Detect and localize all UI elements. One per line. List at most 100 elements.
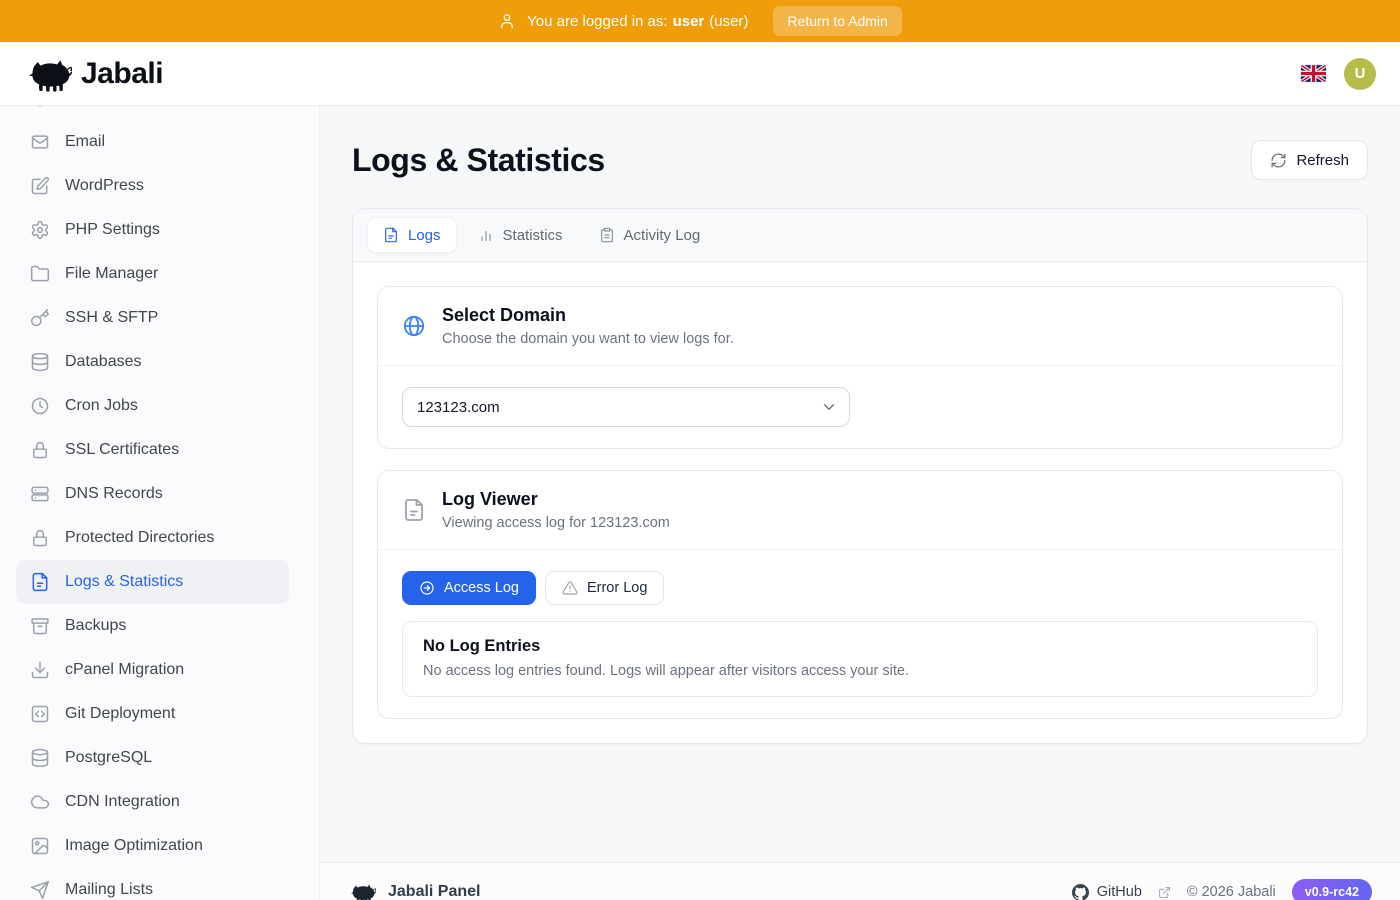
sidebar-item-protected-directories[interactable]: Protected Directories bbox=[16, 516, 289, 560]
jabali-logo-icon bbox=[24, 56, 72, 92]
banner-role: (user) bbox=[709, 13, 748, 30]
sidebar-item-label: Backups bbox=[65, 617, 126, 635]
user-icon bbox=[498, 12, 516, 30]
sidebar-item-cron-jobs[interactable]: Cron Jobs bbox=[16, 384, 289, 428]
sidebar-item-label: Protected Directories bbox=[65, 529, 214, 547]
select-domain-subtitle: Choose the domain you want to view logs … bbox=[442, 331, 734, 347]
mail-icon bbox=[30, 132, 50, 152]
sidebar-item-php-settings[interactable]: PHP Settings bbox=[16, 208, 289, 252]
access-log-button[interactable]: Access Log bbox=[402, 571, 536, 605]
version-badge[interactable]: v0.9-rc42 bbox=[1292, 879, 1372, 900]
sidebar-item-label: Logs & Statistics bbox=[65, 573, 183, 591]
top-header: Jabali U bbox=[0, 42, 1400, 106]
page-title: Logs & Statistics bbox=[352, 142, 605, 179]
sidebar-item-label: CDN Integration bbox=[65, 793, 180, 811]
brand-name: Jabali bbox=[81, 57, 163, 91]
external-link-icon bbox=[1158, 886, 1171, 899]
sidebar-item-backups[interactable]: Backups bbox=[16, 604, 289, 648]
brand[interactable]: Jabali bbox=[24, 56, 163, 92]
sidebar-item-wordpress[interactable]: WordPress bbox=[16, 164, 289, 208]
sidebar-item-partial[interactable] bbox=[16, 106, 289, 120]
sidebar: Email WordPress PHP Settings File Manager SS… bbox=[0, 106, 320, 900]
sidebar-item-label: Cron Jobs bbox=[65, 397, 138, 415]
tab-statistics[interactable]: Statistics bbox=[463, 217, 578, 253]
sidebar-item-label: PHP Settings bbox=[65, 221, 160, 239]
select-domain-title: Select Domain bbox=[442, 305, 734, 326]
sidebar-item-cdn-integration[interactable]: CDN Integration bbox=[16, 780, 289, 824]
user-avatar[interactable]: U bbox=[1344, 58, 1376, 90]
log-viewer-subtitle: Viewing access log for 123123.com bbox=[442, 515, 670, 531]
tab-activity-log[interactable]: Activity Log bbox=[584, 217, 716, 253]
sidebar-item-ssl-certificates[interactable]: SSL Certificates bbox=[16, 428, 289, 472]
log-viewer-body: Access Log Error Log No Log Entries bbox=[378, 550, 1342, 718]
sidebar-item-logs-statistics[interactable]: Logs & Statistics bbox=[16, 560, 289, 604]
globe-icon bbox=[30, 106, 50, 108]
log-viewer-title: Log Viewer bbox=[442, 489, 670, 510]
sidebar-item-databases[interactable]: Databases bbox=[16, 340, 289, 384]
chart-icon bbox=[478, 227, 494, 243]
sidebar-item-image-optimization[interactable]: Image Optimization bbox=[16, 824, 289, 868]
folder-icon bbox=[30, 264, 50, 284]
tab-logs[interactable]: Logs bbox=[367, 217, 457, 253]
log-type-buttons: Access Log Error Log bbox=[402, 571, 1318, 605]
github-icon bbox=[1072, 884, 1089, 900]
banner-message-prefix: You are logged in as: bbox=[527, 13, 667, 30]
refresh-label: Refresh bbox=[1296, 152, 1349, 169]
select-domain-header: Select Domain Choose the domain you want… bbox=[378, 287, 1342, 366]
sidebar-item-postgresql[interactable]: PostgreSQL bbox=[16, 736, 289, 780]
edit-icon bbox=[30, 176, 50, 196]
database-icon bbox=[30, 352, 50, 372]
tab-label: Statistics bbox=[503, 227, 563, 244]
domain-select-wrap: 123123.com bbox=[402, 387, 850, 427]
sidebar-item-label: PostgreSQL bbox=[65, 749, 152, 767]
error-log-button[interactable]: Error Log bbox=[545, 571, 664, 605]
main-column: Logs & Statistics Refresh Logs Statistics… bbox=[320, 106, 1400, 900]
gear-icon bbox=[30, 220, 50, 240]
server-icon bbox=[30, 484, 50, 504]
copyright-text: © 2026 Jabali bbox=[1187, 884, 1276, 900]
download-icon bbox=[30, 660, 50, 680]
sidebar-item-mailing-lists[interactable]: Mailing Lists bbox=[16, 868, 289, 900]
file-text-icon bbox=[402, 498, 426, 522]
footer-brand-name: Jabali Panel bbox=[388, 883, 481, 900]
log-viewer-text: Log Viewer Viewing access log for 123123… bbox=[442, 489, 670, 531]
domain-select[interactable]: 123123.com bbox=[402, 387, 850, 427]
sidebar-item-ssh-sftp[interactable]: SSH & SFTP bbox=[16, 296, 289, 340]
sidebar-item-label: WordPress bbox=[65, 177, 144, 195]
access-log-label: Access Log bbox=[444, 580, 519, 596]
sidebar-item-label: cPanel Migration bbox=[65, 661, 184, 679]
github-link[interactable]: GitHub bbox=[1072, 884, 1142, 900]
main-content: Logs & Statistics Refresh Logs Statistics… bbox=[320, 106, 1400, 862]
github-label: GitHub bbox=[1097, 884, 1142, 900]
refresh-button[interactable]: Refresh bbox=[1251, 140, 1368, 180]
archive-icon bbox=[30, 616, 50, 636]
file-text-icon bbox=[30, 572, 50, 592]
uk-flag-icon[interactable] bbox=[1301, 65, 1326, 82]
sidebar-item-file-manager[interactable]: File Manager bbox=[16, 252, 289, 296]
return-to-admin-button[interactable]: Return to Admin bbox=[773, 6, 901, 36]
footer: Jabali Panel GitHub © 2026 Jabali v0.9-r… bbox=[320, 862, 1400, 900]
alert-triangle-icon bbox=[562, 580, 578, 596]
shell: Email WordPress PHP Settings File Manager SS… bbox=[0, 106, 1400, 900]
sidebar-item-label: Email bbox=[65, 133, 105, 151]
sidebar-item-email[interactable]: Email bbox=[16, 120, 289, 164]
image-icon bbox=[30, 836, 50, 856]
sidebar-item-git-deployment[interactable]: Git Deployment bbox=[16, 692, 289, 736]
tab-label: Logs bbox=[408, 227, 441, 244]
sidebar-item-cpanel-migration[interactable]: cPanel Migration bbox=[16, 648, 289, 692]
cloud-icon bbox=[30, 792, 50, 812]
sidebar-item-label: Git Deployment bbox=[65, 705, 175, 723]
key-icon bbox=[30, 308, 50, 328]
database-icon bbox=[30, 748, 50, 768]
tab-label: Activity Log bbox=[624, 227, 701, 244]
code-icon bbox=[30, 704, 50, 724]
impersonation-banner: You are logged in as: user (user) Return… bbox=[0, 0, 1400, 42]
jabali-footer-logo-icon bbox=[348, 882, 376, 900]
sidebar-item-label: File Manager bbox=[65, 265, 158, 283]
select-domain-text: Select Domain Choose the domain you want… bbox=[442, 305, 734, 347]
sidebar-item-dns-records[interactable]: DNS Records bbox=[16, 472, 289, 516]
sidebar-item-label: DNS Records bbox=[65, 485, 163, 503]
no-log-entries-box: No Log Entries No access log entries fou… bbox=[402, 621, 1318, 697]
empty-state-title: No Log Entries bbox=[423, 637, 1297, 656]
globe-icon bbox=[402, 314, 426, 338]
